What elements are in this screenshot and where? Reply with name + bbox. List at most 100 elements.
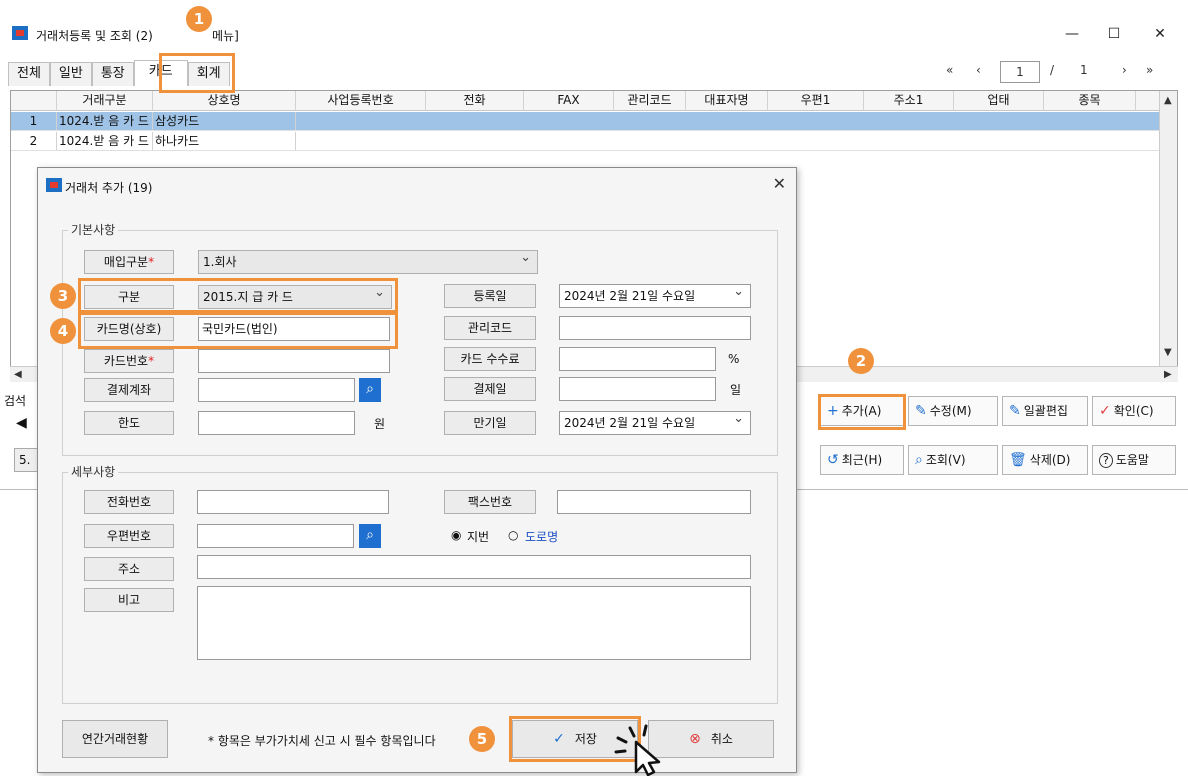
card-number-text: 카드번호: [103, 354, 149, 368]
note-textarea[interactable]: [197, 586, 751, 660]
address-input[interactable]: [197, 555, 751, 579]
help-button-label: 도움말: [1115, 453, 1149, 467]
limit-input[interactable]: [198, 411, 355, 435]
fax-input[interactable]: [557, 490, 751, 514]
page-input[interactable]: 1: [1000, 61, 1040, 83]
fee-unit: %: [728, 352, 740, 366]
lookup-button[interactable]: ⌕ 조회(V): [908, 445, 998, 475]
step-badge-3: 3: [50, 283, 76, 309]
search-label: 검석: [4, 394, 27, 408]
back-arrow-icon[interactable]: ◀: [16, 415, 27, 431]
column-header[interactable]: 업태: [954, 91, 1044, 111]
trash-icon: 🗑: [1009, 452, 1027, 468]
reg-date-picker[interactable]: 2024년 2월 21일 수요일: [559, 281, 751, 308]
reg-date-label: 등록일: [444, 284, 536, 308]
vertical-scrollbar[interactable]: ▲ ▼: [1159, 91, 1177, 381]
table-row[interactable]: 2 1024.받 음 카 드 하나카드: [11, 132, 1161, 151]
limit-label: 한도: [84, 411, 174, 435]
account-label: 결제계좌: [84, 378, 174, 402]
column-header[interactable]: 관리코드: [614, 91, 686, 111]
scroll-right-icon[interactable]: ▶: [1164, 369, 1172, 380]
window-title: 거래처등록 및 조회 (2): [36, 29, 153, 43]
first-page-icon[interactable]: «: [946, 63, 953, 85]
highlight-category: [78, 278, 398, 313]
row-number: 2: [11, 132, 57, 150]
scroll-left-icon[interactable]: ◀: [14, 369, 22, 380]
purchase-type-select[interactable]: 1.회사: [198, 247, 538, 274]
column-header[interactable]: 주소1: [864, 91, 954, 111]
phone-input[interactable]: [197, 490, 389, 514]
column-header[interactable]: 전화: [426, 91, 524, 111]
scroll-up-icon[interactable]: ▲: [1164, 95, 1172, 106]
row-number: 1: [11, 112, 57, 130]
delete-button[interactable]: 🗑 삭제(D): [1002, 445, 1088, 475]
detail-legend: 세부사항: [68, 463, 119, 480]
radio-jibun-label: 지번: [467, 530, 490, 544]
pencil-icon: ✎: [1009, 403, 1021, 419]
fee-input[interactable]: [559, 347, 716, 371]
confirm-button-label: 확인(C): [1113, 404, 1154, 418]
last-page-icon[interactable]: »: [1146, 63, 1153, 85]
batch-edit-button[interactable]: ✎ 일괄편집: [1002, 396, 1088, 426]
pay-day-input[interactable]: [559, 377, 716, 401]
highlight-tab-card: [159, 53, 235, 93]
app-icon: [12, 26, 28, 40]
column-header[interactable]: FAX: [524, 91, 614, 111]
highlight-card-name: [78, 312, 398, 349]
recent-button-label: 최근(H): [841, 453, 883, 467]
account-search-icon[interactable]: ⌕: [359, 378, 381, 402]
table-row[interactable]: 1 1024.받 음 카 드 삼성카드: [11, 112, 1161, 131]
account-input[interactable]: [198, 378, 355, 402]
tab-bank[interactable]: 통장: [91, 62, 134, 86]
radio-jibun-icon[interactable]: ◉: [451, 528, 461, 542]
zip-search-icon[interactable]: ⌕: [359, 524, 381, 548]
basic-legend: 기본사항: [68, 221, 119, 238]
next-page-icon[interactable]: ›: [1122, 63, 1127, 85]
radio-road-icon[interactable]: ○: [508, 528, 518, 542]
help-icon: ?: [1099, 453, 1113, 468]
page-total: 1: [1080, 63, 1088, 77]
add-partner-dialog: 거래처 추가 (19) ✕ 기본사항 매입구분* 1.회사 구분 2015.지 …: [37, 167, 797, 773]
confirm-button[interactable]: ✓ 확인(C): [1092, 396, 1176, 426]
close-button[interactable]: ✕: [1140, 22, 1180, 46]
maximize-button[interactable]: ☐: [1094, 22, 1134, 46]
page-separator: /: [1050, 63, 1055, 77]
column-header[interactable]: 대표자명: [686, 91, 768, 111]
cancel-icon: ⊗: [689, 731, 701, 747]
dialog-title: 거래처 추가 (19): [65, 181, 153, 195]
window-title-suffix: 메뉴]: [212, 29, 239, 43]
annual-transactions-button[interactable]: 연간거래현황: [62, 720, 168, 758]
edit-button[interactable]: ✎ 수정(M): [908, 396, 998, 426]
zip-label: 우편번호: [84, 524, 174, 548]
card-number-input[interactable]: [198, 349, 390, 373]
cancel-label: 취소: [710, 732, 733, 746]
column-header[interactable]: 종목: [1044, 91, 1136, 111]
column-header[interactable]: 거래구분: [57, 91, 153, 111]
pencil-icon: ✎: [915, 403, 927, 419]
scroll-down-icon[interactable]: ▼: [1164, 347, 1172, 358]
pay-day-label: 결제일: [444, 377, 536, 401]
tab-general[interactable]: 일반: [49, 62, 92, 86]
column-header[interactable]: 상호명: [153, 91, 296, 111]
row-type: 1024.받 음 카 드: [57, 112, 153, 130]
phone-label: 전화번호: [84, 490, 174, 514]
edit-button-label: 수정(M): [929, 404, 972, 418]
column-header[interactable]: 우편1: [768, 91, 864, 111]
grid-header: 거래구분 상호명 사업등록번호 전화 FAX 관리코드 대표자명 우편1 주소1…: [11, 91, 1161, 111]
tab-all[interactable]: 전체: [8, 62, 50, 86]
required-mark: *: [148, 354, 155, 368]
mgmt-code-input[interactable]: [559, 316, 751, 340]
delete-button-label: 삭제(D): [1029, 453, 1071, 467]
pay-day-unit: 일: [730, 383, 742, 397]
batch-edit-label: 일괄편집: [1023, 404, 1068, 418]
minimize-button[interactable]: —: [1052, 22, 1092, 46]
recent-button[interactable]: ↺ 최근(H): [820, 445, 904, 475]
help-button[interactable]: ? 도움말: [1092, 445, 1176, 475]
zip-input[interactable]: [197, 524, 354, 548]
column-header[interactable]: 사업등록번호: [296, 91, 426, 111]
expire-date-picker[interactable]: 2024년 2월 21일 수요일: [559, 408, 751, 435]
required-note: * 항목은 부가가치세 신고 시 필수 항목입니다: [208, 734, 436, 748]
prev-page-icon[interactable]: ‹: [976, 63, 981, 85]
check-circle-icon: ✓: [1099, 403, 1111, 419]
dialog-close-icon[interactable]: ✕: [773, 174, 786, 193]
